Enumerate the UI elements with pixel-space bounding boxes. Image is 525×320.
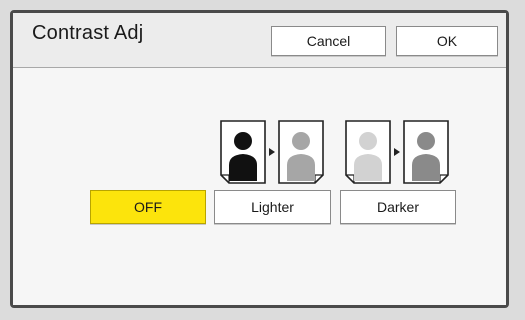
- ok-button[interactable]: OK: [396, 26, 498, 56]
- lighter-option-button[interactable]: Lighter: [214, 190, 331, 224]
- dialog-body: [13, 68, 506, 305]
- darker-option-button[interactable]: Darker: [340, 190, 456, 224]
- off-option-button[interactable]: OFF: [90, 190, 206, 224]
- darker-preview-icon: [344, 119, 454, 185]
- dialog-title: Contrast Adj: [32, 22, 144, 44]
- contrast-adj-dialog: Contrast Adj Cancel OK OFF Lighter Darke…: [10, 10, 509, 308]
- cancel-button[interactable]: Cancel: [271, 26, 386, 56]
- dialog-header: Contrast Adj Cancel OK: [13, 13, 506, 68]
- lighter-preview-icon: [219, 119, 329, 185]
